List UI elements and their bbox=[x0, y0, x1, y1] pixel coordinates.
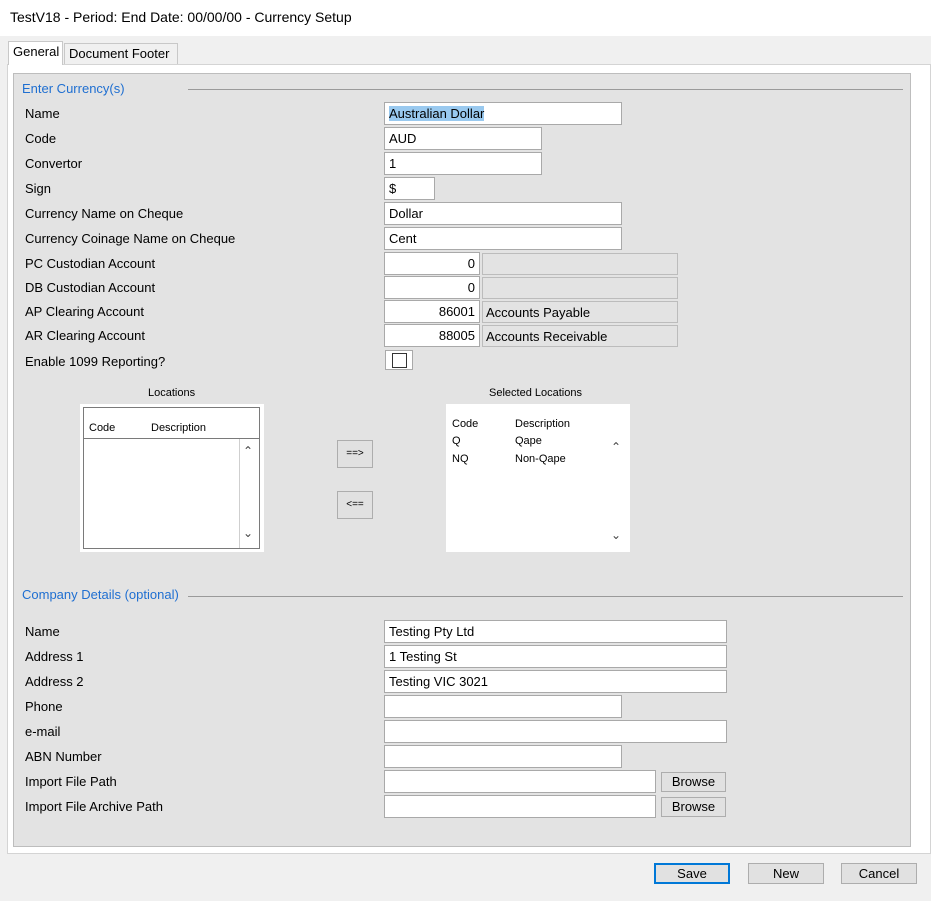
import-path-input[interactable] bbox=[384, 770, 656, 793]
enable-1099-label: Enable 1099 Reporting? bbox=[25, 354, 166, 369]
tab-general[interactable]: General bbox=[8, 41, 63, 65]
archive-path-browse-button[interactable]: Browse bbox=[661, 797, 726, 817]
selected-row-description[interactable]: Non-Qape bbox=[515, 453, 566, 465]
import-path-browse-button[interactable]: Browse bbox=[661, 772, 726, 792]
ap-clearing-label: AP Clearing Account bbox=[25, 304, 144, 319]
ap-clearing-description: Accounts Payable bbox=[482, 301, 678, 323]
ar-clearing-label: AR Clearing Account bbox=[25, 328, 145, 343]
email-label: e-mail bbox=[25, 724, 61, 739]
db-custodian-input[interactable]: 0 bbox=[384, 276, 480, 299]
new-button[interactable]: New bbox=[748, 863, 824, 884]
address1-label: Address 1 bbox=[25, 649, 84, 664]
locations-scrollbar-track bbox=[239, 439, 240, 548]
section-divider bbox=[188, 596, 903, 597]
section-divider bbox=[188, 89, 903, 90]
selected-row-description[interactable]: Qape bbox=[515, 435, 542, 447]
address2-input[interactable]: Testing VIC 3021 bbox=[384, 670, 727, 693]
coinage-name-input[interactable]: Cent bbox=[384, 227, 622, 250]
currency-code-input[interactable]: AUD bbox=[384, 127, 542, 150]
db-custodian-label: DB Custodian Account bbox=[25, 280, 156, 295]
checkbox-box bbox=[392, 353, 407, 368]
chevron-down-icon[interactable]: ⌄ bbox=[611, 528, 621, 542]
currency-section-title: Enter Currency(s) bbox=[22, 81, 129, 96]
cancel-button[interactable]: Cancel bbox=[841, 863, 917, 884]
address2-label: Address 2 bbox=[25, 674, 84, 689]
address1-input[interactable]: 1 Testing St bbox=[384, 645, 727, 668]
window-title: TestV18 - Period: End Date: 00/00/00 - C… bbox=[10, 9, 352, 25]
locations-list[interactable]: Code Description ⌃ ⌄ bbox=[83, 407, 260, 549]
ar-clearing-description: Accounts Receivable bbox=[482, 325, 678, 347]
pc-custodian-input[interactable]: 0 bbox=[384, 252, 480, 275]
locations-list-frame: Code Description ⌃ ⌄ bbox=[80, 404, 264, 552]
selected-col-code: Code bbox=[452, 418, 479, 430]
email-input[interactable] bbox=[384, 720, 727, 743]
selected-locations-list[interactable]: Code Description Q Qape NQ Non-Qape ⌃ ⌄ bbox=[446, 404, 630, 552]
currency-name-value: Australian Dollar bbox=[389, 106, 485, 121]
locations-col-code: Code bbox=[89, 422, 116, 434]
ap-clearing-input[interactable]: 86001 bbox=[384, 300, 480, 323]
name-label: Name bbox=[25, 106, 60, 121]
cheque-name-input[interactable]: Dollar bbox=[384, 202, 622, 225]
db-custodian-description bbox=[482, 277, 678, 299]
abn-label: ABN Number bbox=[25, 749, 102, 764]
save-button[interactable]: Save bbox=[654, 863, 730, 884]
tab-document-footer[interactable]: Document Footer bbox=[64, 43, 178, 64]
abn-input[interactable] bbox=[384, 745, 622, 768]
currency-name-input[interactable]: Australian Dollar bbox=[384, 102, 622, 125]
convertor-input[interactable]: 1 bbox=[384, 152, 542, 175]
chevron-up-icon[interactable]: ⌃ bbox=[611, 440, 621, 454]
add-location-button[interactable]: ==> bbox=[337, 440, 373, 468]
company-name-label: Name bbox=[25, 624, 60, 639]
phone-input[interactable] bbox=[384, 695, 622, 718]
coinage-name-label: Currency Coinage Name on Cheque bbox=[25, 231, 236, 246]
chevron-up-icon[interactable]: ⌃ bbox=[243, 444, 253, 458]
selected-col-description: Description bbox=[515, 418, 571, 430]
pc-custodian-label: PC Custodian Account bbox=[25, 256, 156, 271]
company-name-input[interactable]: Testing Pty Ltd bbox=[384, 620, 727, 643]
sign-input[interactable]: $ bbox=[384, 177, 435, 200]
archive-path-input[interactable] bbox=[384, 795, 656, 818]
import-path-label: Import File Path bbox=[25, 774, 117, 789]
company-section-title: Company Details (optional) bbox=[22, 587, 183, 602]
locations-col-description: Description bbox=[151, 422, 207, 434]
convertor-label: Convertor bbox=[25, 156, 83, 171]
locations-caption: Locations bbox=[148, 387, 196, 399]
phone-label: Phone bbox=[25, 699, 63, 714]
ar-clearing-input[interactable]: 88005 bbox=[384, 324, 480, 347]
selected-row-code[interactable]: NQ bbox=[452, 453, 469, 465]
locations-header-divider bbox=[84, 438, 259, 439]
code-label: Code bbox=[25, 131, 57, 146]
chevron-down-icon[interactable]: ⌄ bbox=[243, 526, 253, 540]
sign-label: Sign bbox=[25, 181, 52, 196]
archive-path-label: Import File Archive Path bbox=[25, 799, 163, 814]
title-bar: TestV18 - Period: End Date: 00/00/00 - C… bbox=[0, 0, 931, 36]
remove-location-button[interactable]: <== bbox=[337, 491, 373, 519]
enable-1099-checkbox[interactable] bbox=[385, 350, 413, 370]
cheque-name-label: Currency Name on Cheque bbox=[25, 206, 184, 221]
pc-custodian-description bbox=[482, 253, 678, 275]
selected-locations-caption: Selected Locations bbox=[489, 387, 582, 399]
selected-row-code[interactable]: Q bbox=[452, 435, 461, 447]
